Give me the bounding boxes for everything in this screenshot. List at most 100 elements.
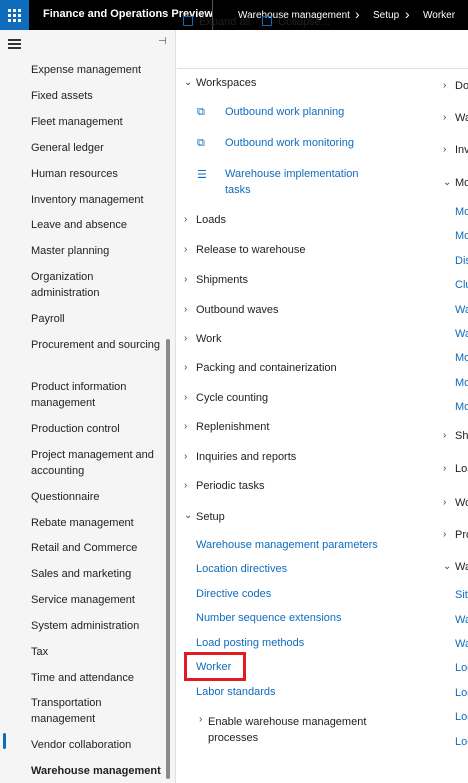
- right-column-link[interactable]: Loc: [455, 711, 468, 723]
- right-column-link[interactable]: Wa: [455, 614, 468, 626]
- group-item[interactable]: Packing and containerization: [196, 362, 337, 374]
- setup-link[interactable]: Warehouse management parameters: [196, 537, 378, 553]
- group-item[interactable]: Release to warehouse: [196, 244, 305, 256]
- right-column-group[interactable]: Mo: [455, 177, 468, 189]
- sidebar-item[interactable]: Procurement and sourcing: [31, 337, 161, 353]
- right-column-group[interactable]: Wa: [455, 112, 468, 124]
- right-column-link[interactable]: Mo: [455, 401, 468, 413]
- sidebar-item[interactable]: Inventory management: [31, 192, 161, 208]
- right-column-link[interactable]: Wa: [455, 304, 468, 316]
- right-column-link[interactable]: Wa: [455, 328, 468, 340]
- chevron-down-icon[interactable]: ⌄: [443, 561, 451, 572]
- right-column-link[interactable]: Mo: [455, 352, 468, 364]
- sidebar-item[interactable]: Transportation management: [31, 695, 161, 727]
- right-column-link[interactable]: Dis: [455, 255, 468, 267]
- right-column-group[interactable]: Inv: [455, 144, 468, 156]
- pin-icon[interactable]: ⊣: [158, 36, 167, 47]
- chevron-right-icon[interactable]: ›: [184, 362, 187, 373]
- sidebar-item[interactable]: Sales and marketing: [31, 566, 161, 582]
- sidebar-item[interactable]: General ledger: [31, 140, 161, 156]
- chevron-right-icon[interactable]: ›: [443, 463, 446, 474]
- sidebar-item[interactable]: Organization administration: [31, 269, 161, 301]
- right-column-link[interactable]: Loc: [455, 736, 468, 748]
- sidebar-item[interactable]: Warehouse management: [31, 763, 161, 779]
- sidebar-item[interactable]: Time and attendance: [31, 670, 161, 686]
- sidebar-item[interactable]: Leave and absence: [31, 217, 161, 233]
- breadcrumb-setup[interactable]: Setup: [373, 10, 399, 21]
- setup-link[interactable]: Directive codes: [196, 586, 271, 602]
- chevron-right-icon[interactable]: ›: [184, 214, 187, 225]
- group-item[interactable]: Cycle counting: [196, 392, 268, 404]
- workspace-outbound-work-planning[interactable]: Outbound work planning: [225, 104, 344, 120]
- chevron-right-icon[interactable]: ›: [184, 274, 187, 285]
- sidebar-item[interactable]: Service management: [31, 592, 161, 608]
- sidebar-item[interactable]: Product information management: [31, 379, 161, 411]
- chevron-right-icon[interactable]: ›: [184, 304, 187, 315]
- sidebar-item[interactable]: Fleet management: [31, 114, 161, 130]
- sidebar-scrollbar[interactable]: [166, 339, 170, 779]
- chevron-right-icon[interactable]: ›: [443, 112, 446, 123]
- sidebar-item[interactable]: Tax: [31, 644, 161, 660]
- chevron-right-icon[interactable]: ›: [443, 497, 446, 508]
- group-item[interactable]: Replenishment: [196, 421, 269, 433]
- right-column-group[interactable]: Do: [455, 80, 468, 92]
- right-column-link[interactable]: Site: [455, 589, 468, 601]
- right-column-link[interactable]: Mo: [455, 230, 468, 242]
- right-column-link[interactable]: Mo: [455, 377, 468, 389]
- chevron-right-icon[interactable]: ›: [184, 392, 187, 403]
- chevron-right-icon[interactable]: ›: [443, 144, 446, 155]
- group-workspaces[interactable]: Workspaces: [196, 77, 256, 89]
- chevron-right-icon[interactable]: ›: [184, 421, 187, 432]
- sidebar-item[interactable]: Master planning: [31, 243, 161, 259]
- chevron-right-icon[interactable]: ›: [199, 714, 202, 725]
- sidebar-item[interactable]: Retail and Commerce: [31, 540, 161, 556]
- setup-link[interactable]: Location directives: [196, 561, 287, 577]
- collapse-button[interactable]: Collapse...: [278, 16, 330, 28]
- right-column-link[interactable]: Loc: [455, 662, 468, 674]
- chevron-right-icon[interactable]: ›: [184, 451, 187, 462]
- workspace-warehouse-implementation-tasks[interactable]: Warehouse implementation tasks: [225, 166, 375, 198]
- setup-link[interactable]: Number sequence extensions: [196, 610, 342, 626]
- chevron-down-icon[interactable]: ⌄: [184, 77, 192, 88]
- sidebar-item[interactable]: Production control: [31, 421, 161, 437]
- sidebar-item[interactable]: Fixed assets: [31, 88, 161, 104]
- right-column-link[interactable]: Loc: [455, 687, 468, 699]
- setup-link[interactable]: Load posting methods: [196, 635, 304, 651]
- hamburger-menu-icon[interactable]: [8, 39, 21, 51]
- right-column-group[interactable]: Wa: [455, 561, 468, 573]
- sidebar-item[interactable]: Vendor collaboration: [31, 737, 161, 753]
- right-column-link[interactable]: Mo: [455, 206, 468, 218]
- right-column-group[interactable]: Shi: [455, 430, 468, 442]
- chevron-down-icon[interactable]: ⌄: [184, 510, 192, 521]
- group-item[interactable]: Work: [196, 333, 221, 345]
- chevron-right-icon[interactable]: ›: [184, 244, 187, 255]
- chevron-right-icon[interactable]: ›: [184, 333, 187, 344]
- sidebar-item[interactable]: Project management and accounting: [31, 447, 161, 479]
- chevron-right-icon[interactable]: ›: [443, 80, 446, 91]
- right-column-link[interactable]: Wa: [455, 638, 468, 650]
- group-item[interactable]: Shipments: [196, 274, 248, 286]
- sidebar-item[interactable]: System administration: [31, 618, 161, 634]
- breadcrumb-worker[interactable]: Worker: [423, 10, 455, 21]
- sidebar-item[interactable]: Human resources: [31, 166, 161, 182]
- chevron-right-icon[interactable]: ›: [443, 529, 446, 540]
- sidebar-item[interactable]: Payroll: [31, 311, 161, 327]
- workspace-outbound-work-monitoring[interactable]: Outbound work monitoring: [225, 135, 354, 151]
- group-item[interactable]: Inquiries and reports: [196, 451, 296, 463]
- group-enable-warehouse-management-processes[interactable]: Enable warehouse management processes: [208, 714, 378, 746]
- sidebar-item[interactable]: Expense management: [31, 62, 161, 78]
- chevron-right-icon[interactable]: ›: [184, 480, 187, 491]
- right-column-group[interactable]: Pro: [455, 529, 468, 541]
- sidebar-item[interactable]: Rebate management: [31, 515, 161, 531]
- group-item[interactable]: Periodic tasks: [196, 480, 264, 492]
- group-item[interactable]: Outbound waves: [196, 304, 279, 316]
- app-launcher-icon[interactable]: [0, 0, 29, 30]
- expand-all-button[interactable]: Expand all: [199, 16, 250, 28]
- chevron-down-icon[interactable]: ⌄: [443, 177, 451, 188]
- setup-link[interactable]: Labor standards: [196, 684, 276, 700]
- right-column-link[interactable]: Clu: [455, 279, 468, 291]
- group-setup[interactable]: Setup: [196, 511, 225, 523]
- sidebar-item[interactable]: Questionnaire: [31, 489, 161, 505]
- group-item[interactable]: Loads: [196, 214, 226, 226]
- chevron-right-icon[interactable]: ›: [443, 430, 446, 441]
